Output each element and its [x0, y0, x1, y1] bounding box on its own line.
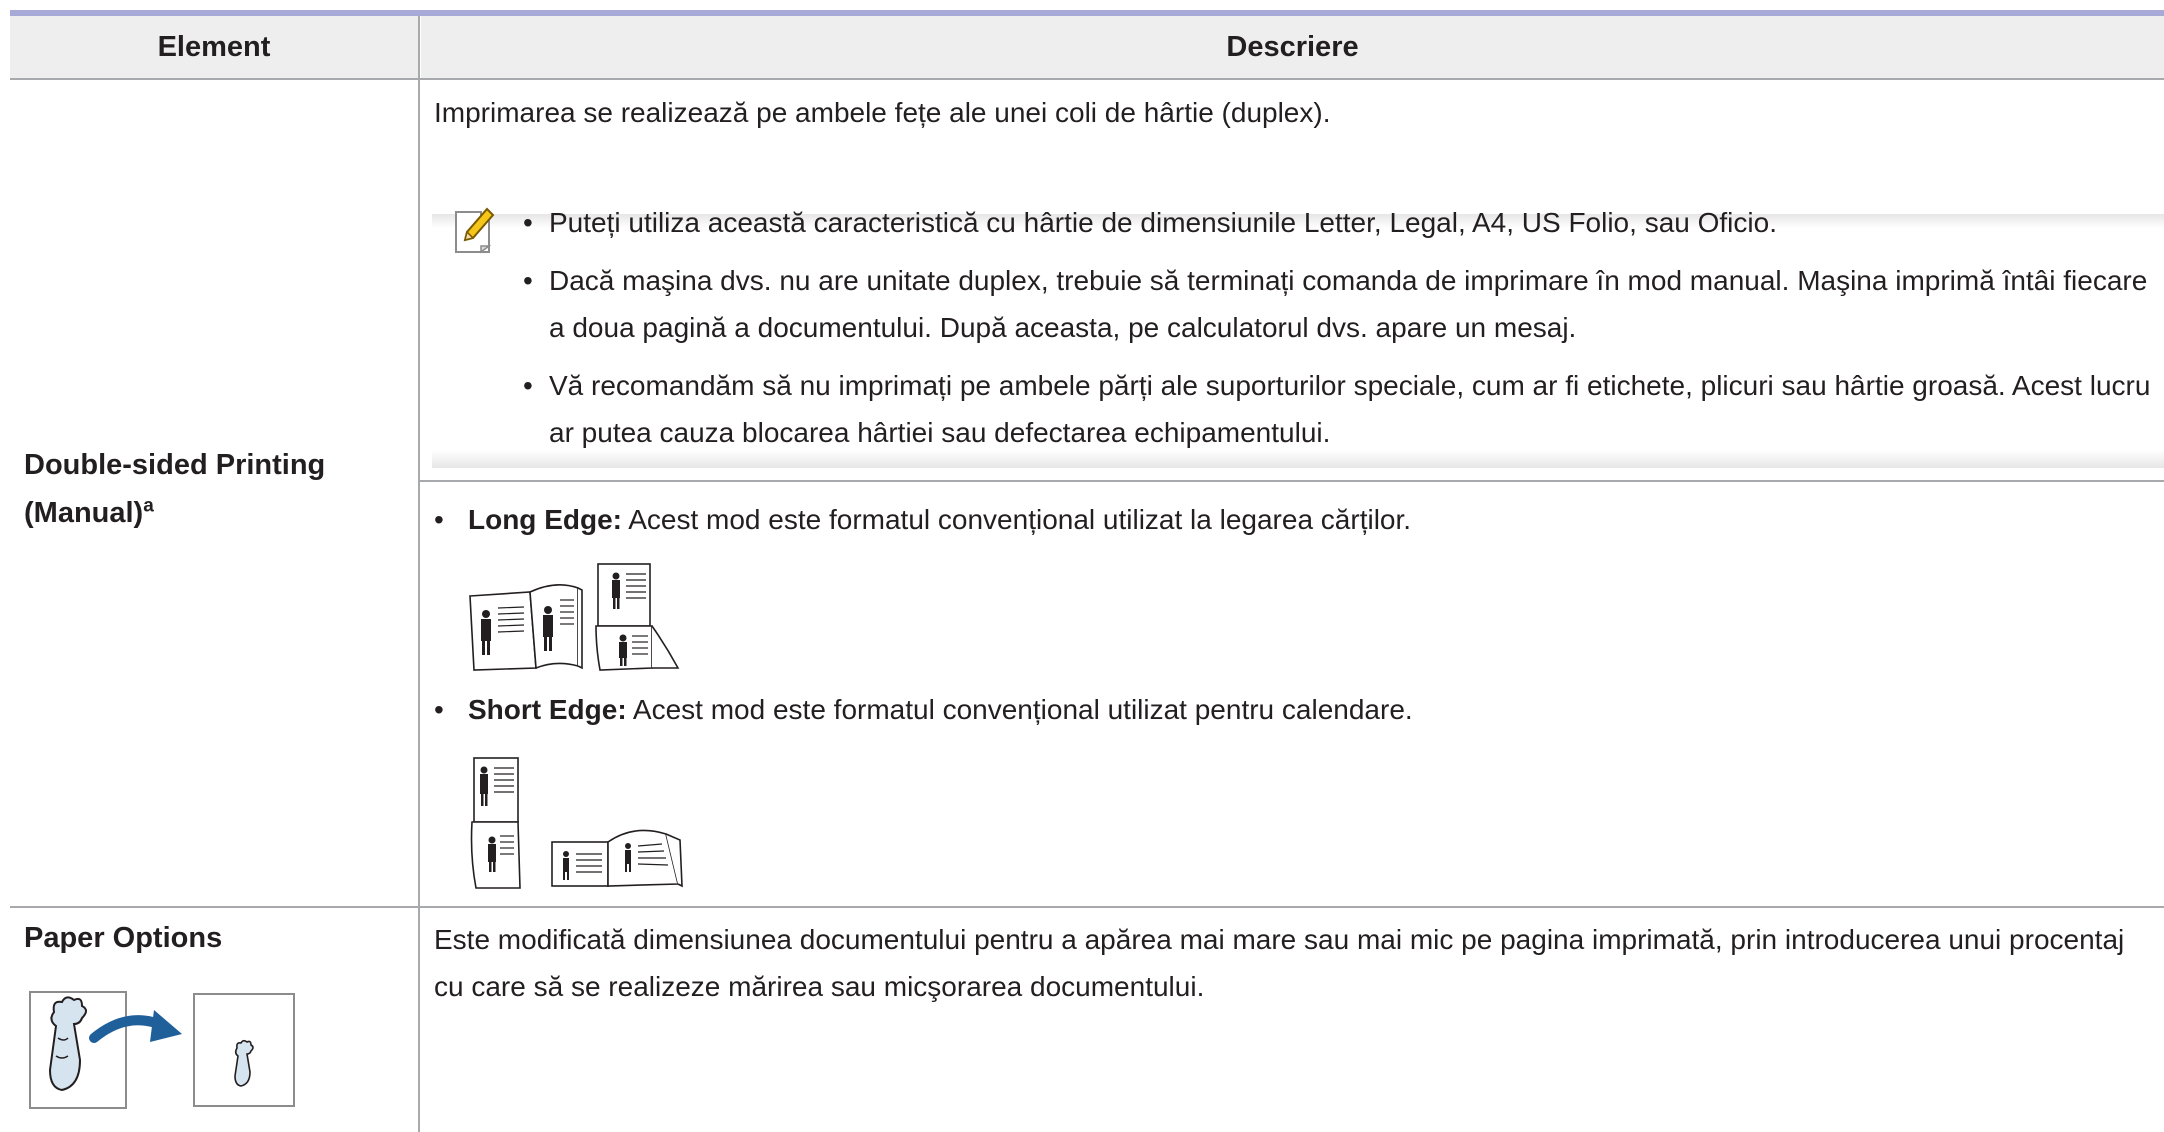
footnote-marker: a	[143, 495, 154, 517]
row-label-double-sided-printing: Double-sided Printing (Manual)a	[24, 449, 326, 529]
row-inner-divider	[419, 480, 2164, 482]
long-edge-option: • Long Edge: Acest mod este formatul conv…	[434, 504, 1412, 535]
long-edge-binding-icon	[469, 563, 680, 671]
row-divider	[10, 906, 2164, 908]
note-list: • Puteți utiliza această caracteristică c…	[523, 199, 2159, 467]
column-divider	[418, 16, 420, 1132]
column-header-element: Element	[10, 16, 418, 78]
note-item: • Vă recomandăm să nu imprimați pe ambele…	[523, 370, 2151, 448]
header-divider	[10, 78, 2164, 80]
note-item: • Dacă maşina dvs. nu are unitate duplex,…	[523, 265, 2148, 343]
row-label-paper-options: Paper Options	[24, 922, 223, 954]
paper-options-description: Este modificată dimensiunea documentului…	[434, 924, 2125, 1002]
duplex-intro-text: Imprimarea se realizează pe ambele fețe …	[434, 97, 1331, 128]
short-edge-binding-icon	[470, 757, 683, 889]
reduce-document-size-icon	[29, 991, 295, 1109]
note-item: • Puteți utiliza această caracteristică c…	[523, 207, 1777, 238]
column-header-description: Descriere	[421, 16, 2164, 78]
short-edge-option: • Short Edge: Acest mod este formatul con…	[434, 694, 1413, 725]
pencil-note-icon	[455, 207, 495, 254]
